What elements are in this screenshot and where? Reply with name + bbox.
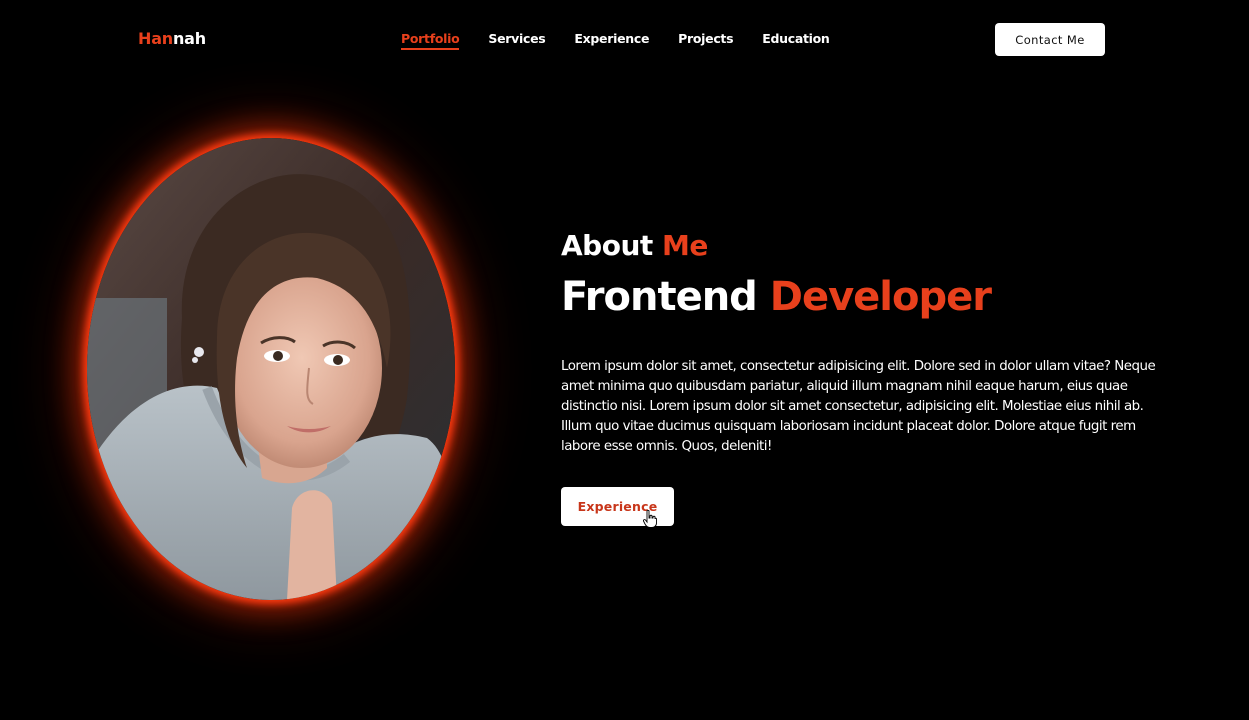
profile-portrait xyxy=(87,138,455,600)
nav-item-portfolio[interactable]: Portfolio xyxy=(401,31,460,50)
about-heading-word1: About xyxy=(561,229,653,262)
pointer-hand-cursor-icon xyxy=(643,510,657,528)
contact-me-button[interactable]: Contact Me xyxy=(995,23,1105,56)
role-title: Frontend Developer xyxy=(561,274,992,320)
experience-button[interactable]: Experience xyxy=(561,487,674,526)
logo-accent-text: Han xyxy=(138,29,173,48)
portrait-illustration xyxy=(87,138,455,600)
about-heading: About Me xyxy=(561,229,708,262)
nav-item-projects[interactable]: Projects xyxy=(678,31,733,50)
nav-item-education[interactable]: Education xyxy=(762,31,830,50)
logo[interactable]: Hannah xyxy=(138,29,206,48)
nav-item-experience[interactable]: Experience xyxy=(574,31,649,50)
logo-text: nah xyxy=(172,29,206,48)
about-heading-word2: Me xyxy=(662,229,708,262)
role-title-word2: Developer xyxy=(769,274,992,320)
main-nav: Portfolio Services Experience Projects E… xyxy=(401,31,859,50)
about-description: Lorem ipsum dolor sit amet, consectetur … xyxy=(561,359,1156,454)
nav-item-services[interactable]: Services xyxy=(488,31,545,50)
role-title-word1: Frontend xyxy=(561,274,758,320)
page: Hannah Portfolio Services Experience Pro… xyxy=(0,0,1249,720)
